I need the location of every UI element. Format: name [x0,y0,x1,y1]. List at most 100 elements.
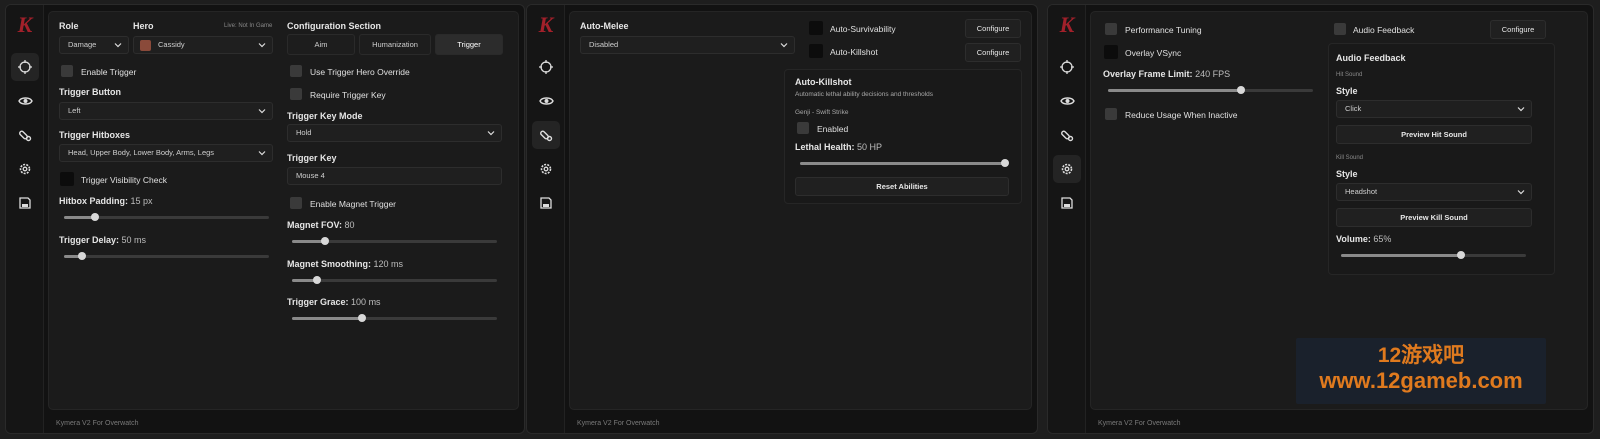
hero-dropdown[interactable]: Cassidy [133,36,273,54]
card-title: Auto-Killshot [795,77,852,87]
trigger-grace-slider[interactable] [292,314,497,322]
hit-sound-label: Hit Sound [1336,72,1363,78]
slider-knob[interactable] [1001,159,1009,167]
watermark-line2: www.12gameb.com [1319,368,1523,393]
enable-trigger-checkbox[interactable] [61,65,73,77]
lethal-health-slider[interactable] [800,159,1009,167]
nav-save[interactable] [532,189,560,217]
chevron-down-icon [487,131,495,136]
use-override-label: Use Trigger Hero Override [310,67,410,77]
visibility-check-checkbox[interactable] [60,172,74,186]
nav-aim[interactable] [1053,53,1081,81]
performance-tuning-label: Performance Tuning [1125,25,1202,35]
nav-settings[interactable] [532,155,560,183]
overlay-vsync-checkbox[interactable] [1104,45,1118,59]
trigger-button-value: Left [68,106,81,115]
auto-survivability-label: Auto-Survivability [830,24,896,34]
tab-aim[interactable]: Aim [287,34,355,55]
key-mode-dropdown[interactable]: Hold [287,124,502,142]
hitboxes-dropdown[interactable]: Head, Upper Body, Lower Body, Arms, Legs [59,144,273,162]
volume-value: 65% [1373,234,1392,244]
ability-enabled-checkbox[interactable] [797,122,809,134]
performance-tuning-checkbox[interactable] [1105,23,1117,35]
nav-abilities[interactable] [11,121,39,149]
magnet-fov-slider[interactable] [292,237,497,245]
nav-abilities[interactable] [1053,121,1081,149]
preview-hit-button[interactable]: Preview Hit Sound [1336,125,1532,144]
app-logo: K [1059,12,1075,37]
configure-survivability-button[interactable]: Configure [965,19,1021,38]
nav-settings[interactable] [1053,155,1081,183]
tab-trigger[interactable]: Trigger [435,34,503,55]
nav-visuals[interactable] [1053,87,1081,115]
slider-knob[interactable] [320,237,329,245]
slider-knob[interactable] [90,213,99,221]
trigger-button-label: Trigger Button [59,87,121,97]
card-subtitle: Automatic lethal ability decisions and t… [795,91,934,98]
hitbox-padding-label: Hitbox Padding: 15 px [59,196,153,206]
kill-sound-label: Kill Sound [1336,155,1364,161]
trigger-grace-label: Trigger Grace: 100 ms [287,297,381,307]
reduce-usage-checkbox[interactable] [1105,108,1117,120]
kill-style-dropdown[interactable]: Headshot [1336,183,1532,201]
footer-text: Kymera V2 For Overwatch [577,420,660,427]
chevron-down-icon [258,151,266,156]
auto-survivability-checkbox[interactable] [809,21,823,35]
audio-feedback-checkbox[interactable] [1334,23,1346,35]
hit-style-label: Style [1336,86,1358,96]
trigger-key-input[interactable]: Mouse 4 [287,167,502,185]
nav-aim[interactable] [11,53,39,81]
auto-melee-dropdown[interactable]: Disabled [580,36,795,54]
chevron-down-icon [1517,190,1525,195]
hitboxes-label: Trigger Hitboxes [59,130,131,140]
enable-magnet-checkbox[interactable] [290,197,302,209]
hitbox-padding-slider[interactable] [64,213,269,221]
magnet-smoothing-slider[interactable] [292,276,497,284]
nav-visuals[interactable] [532,87,560,115]
overlay-vsync-label: Overlay VSync [1125,48,1182,58]
slider-knob[interactable] [357,314,366,322]
magnet-smoothing-name: Magnet Smoothing: [287,259,371,269]
chevron-down-icon [1517,107,1525,112]
nav-settings[interactable] [11,155,39,183]
sidebar: K [1048,5,1086,433]
ability-name: Genji - Swift Strike [795,109,849,116]
preview-kill-button[interactable]: Preview Kill Sound [1336,208,1532,227]
crosshair-icon [18,60,32,74]
use-override-checkbox[interactable] [290,65,302,77]
nav-visuals[interactable] [11,87,39,115]
nav-abilities[interactable] [532,121,560,149]
nav-save[interactable] [11,189,39,217]
role-dropdown[interactable]: Damage [59,36,129,54]
reset-abilities-button[interactable]: Reset Abilities [795,177,1009,196]
slider-knob[interactable] [312,276,321,284]
audio-card-title: Audio Feedback [1336,53,1406,63]
magnet-smoothing-label: Magnet Smoothing: 120 ms [287,259,403,269]
configure-killshot-button[interactable]: Configure [965,43,1021,62]
footer-text: Kymera V2 For Overwatch [56,420,139,427]
auto-killshot-checkbox[interactable] [809,44,823,58]
trigger-delay-name: Trigger Delay: [59,235,120,245]
tab-humanization[interactable]: Humanization [359,34,431,55]
frame-limit-slider[interactable] [1108,86,1313,94]
gear-icon [1061,163,1073,175]
role-label: Role [59,21,79,31]
gear-icon [540,163,552,175]
pill-icon [19,130,32,142]
trigger-delay-label: Trigger Delay: 50 ms [59,235,146,245]
configure-audio-button[interactable]: Configure [1490,20,1546,39]
nav-aim[interactable] [532,53,560,81]
hit-style-dropdown[interactable]: Click [1336,100,1532,118]
volume-slider[interactable] [1341,251,1526,259]
auto-melee-label: Auto-Melee [580,21,629,31]
trigger-button-dropdown[interactable]: Left [59,102,273,120]
hero-value: Cassidy [158,40,185,49]
magnet-fov-label: Magnet FOV: 80 [287,220,355,230]
trigger-delay-slider[interactable] [64,252,269,260]
nav-save[interactable] [1053,189,1081,217]
frame-limit-value: 240 FPS [1195,69,1231,79]
require-key-checkbox[interactable] [290,88,302,100]
auto-killshot-label: Auto-Killshot [830,47,878,57]
eye-icon [538,97,554,105]
crosshair-icon [539,60,553,74]
